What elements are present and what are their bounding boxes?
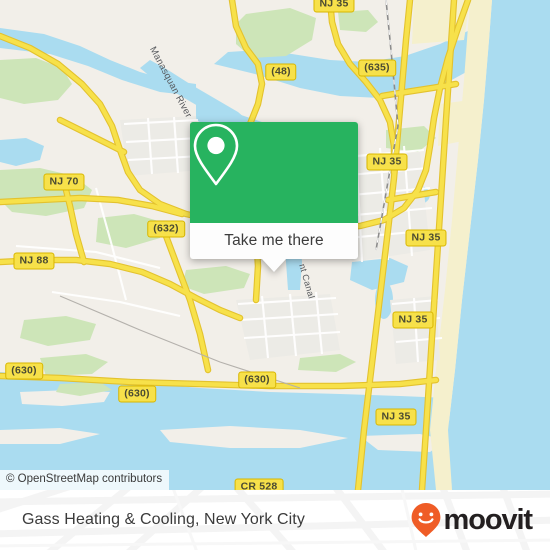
osm-attribution[interactable]: © OpenStreetMap contributors bbox=[0, 470, 170, 490]
moovit-place-card-screenshot: Manasquan River nt Canal NJ 35 (48) (635… bbox=[0, 0, 550, 550]
moovit-wordmark: moovit bbox=[443, 503, 534, 536]
road-shield-nj35-mid: NJ 35 bbox=[405, 229, 447, 247]
road-shield-635: (635) bbox=[358, 59, 396, 77]
road-shield-nj35-upper: NJ 35 bbox=[366, 153, 408, 171]
callout-icon-panel bbox=[190, 122, 358, 223]
road-shield-630-center: (630) bbox=[118, 385, 156, 403]
road-shield-nj70: NJ 70 bbox=[43, 173, 85, 191]
map-canvas[interactable]: Manasquan River nt Canal NJ 35 (48) (635… bbox=[0, 0, 550, 490]
callout-pointer-tail bbox=[262, 259, 286, 272]
road-shield-nj88: NJ 88 bbox=[13, 252, 55, 270]
moovit-brand-logo[interactable]: moovit bbox=[410, 502, 534, 538]
map-pin-icon bbox=[193, 123, 239, 186]
footer-bar: Gass Heating & Cooling, New York City mo… bbox=[0, 490, 550, 550]
road-shield-nj35-south: NJ 35 bbox=[375, 408, 417, 426]
take-me-there-label: Take me there bbox=[224, 232, 324, 249]
road-shield-nj35-north: NJ 35 bbox=[313, 0, 355, 13]
road-shield-48: (48) bbox=[265, 63, 297, 81]
road-shield-cr528: CR 528 bbox=[234, 478, 284, 490]
road-shield-632: (632) bbox=[147, 220, 185, 238]
road-shield-nj35-lower: NJ 35 bbox=[392, 311, 434, 329]
road-shield-630-west: (630) bbox=[5, 362, 43, 380]
callout-action-bar[interactable]: Take me there bbox=[190, 223, 358, 272]
take-me-there-callout[interactable]: Take me there bbox=[190, 122, 358, 272]
moovit-pin-icon bbox=[411, 503, 440, 537]
road-shield-630-east: (630) bbox=[238, 371, 276, 389]
place-title: Gass Heating & Cooling, New York City bbox=[22, 511, 305, 528]
